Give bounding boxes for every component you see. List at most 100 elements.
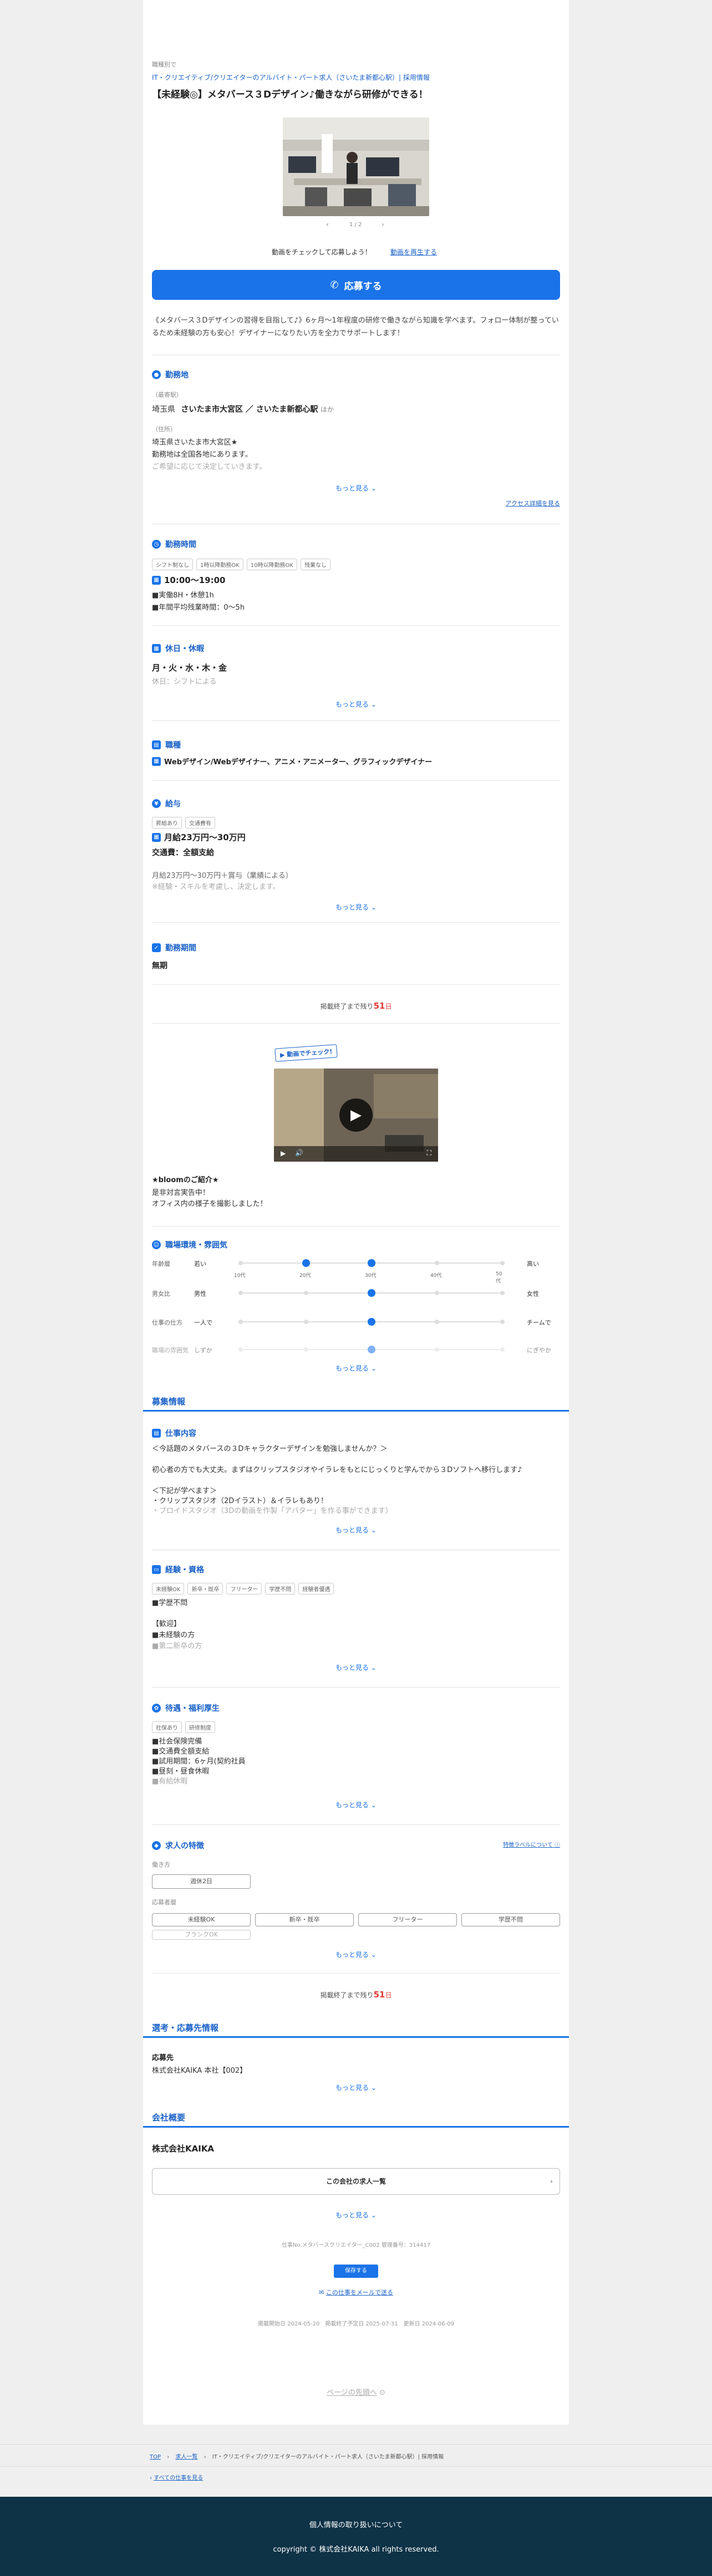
holiday-note: 休日：シフトによる (152, 678, 217, 686)
apply-button-label: 応募する (344, 280, 382, 292)
calendar-icon: ▦ (152, 757, 161, 766)
salary-amount: ▦ 月給23万円〜30万円 (152, 831, 246, 843)
location-more-link[interactable]: もっと見る ⌄ (152, 483, 560, 493)
apply-band-title: 選考・応募先情報 (152, 2023, 219, 2033)
salary-heading: ¥ 給与 (152, 798, 181, 809)
exp-tags: 未経験OK 新卒・既卒 フリーター 学歴不問 経験者優遇 (152, 1583, 337, 1594)
env-slider (238, 1346, 505, 1353)
volume-icon[interactable]: 🔊 (295, 1149, 303, 1157)
env-row-label: 年齢層 (152, 1260, 170, 1267)
station-name: さいたま市大宮区 ／ さいたま新都心駅 (181, 405, 318, 414)
holiday-more-link[interactable]: もっと見る ⌄ (152, 699, 560, 709)
access-detail-link[interactable]: アクセス詳細を見る (506, 499, 560, 508)
play-icon[interactable]: ▶ (339, 1098, 373, 1132)
feature-tag: ブランクOK (152, 1930, 251, 1940)
video-icon: ▶ (279, 1051, 286, 1059)
main-card: 職種別で IT・クリエイティブ/クリエイターのアルバイト・パート求人（さいたま新… (143, 0, 569, 2425)
exp-line-1: ■学歴不問 (152, 1599, 188, 1607)
env-more-link[interactable]: もっと見る ⌄ (152, 1363, 560, 1373)
deadline-text: 掲載終了まで残り (320, 1003, 374, 1010)
apply-more-link[interactable]: もっと見る ⌄ (152, 2083, 560, 2092)
deadline-unit: 日 (385, 1003, 392, 1010)
address-line-2: 勤務地は全国各地にあります。 (152, 451, 252, 459)
intro-text: 《メタバース３Dデザインの習得を目指して♪》6ヶ月〜1年程度の研修で働きながら知… (152, 316, 559, 338)
breadcrumb-list[interactable]: 求人一覧 (175, 2454, 197, 2460)
env-slider (238, 1318, 505, 1326)
calendar-check-icon: ✓ (152, 943, 161, 952)
salary-tags: 昇給あり 交通費有 (152, 817, 218, 829)
env-row-gender: 男女比 男性 女性 (152, 1285, 560, 1301)
job-category-link[interactable]: IT・クリエイティブ/クリエイターのアルバイト・パート求人（さいたま新都心駅）|… (152, 73, 560, 82)
fullscreen-icon[interactable]: ⛶ (427, 1149, 431, 1157)
band-divider (143, 2036, 569, 2038)
feature-tag: 学歴不問 (461, 1913, 560, 1926)
back-to-top-link[interactable]: ページの先頭へ ⊙ (152, 2386, 560, 2397)
player-play-icon[interactable]: ▶ (281, 1149, 286, 1157)
period-value: 無期 (152, 962, 167, 970)
breadcrumb-current: IT・クリエイティブ/クリエイターのアルバイト・パート求人（さいたま新都心駅）|… (212, 2454, 444, 2460)
salary-amount-value: 月給23万円〜30万円 (164, 832, 246, 842)
tag: 1時以降勤務OK (196, 559, 243, 570)
welfare-line-5: ■有給休暇 (152, 1777, 188, 1786)
company-band-title: 会社概要 (152, 2113, 186, 2123)
apply-button[interactable]: ✆ 応募する (152, 270, 560, 300)
photo-next-icon[interactable]: › (382, 221, 384, 228)
page-title: 【未経験◎】メタバース３Dデザイン♪働きながら研修ができる！ (152, 89, 428, 100)
job-value: ▦ Webデザイン/Webデザイナー、アニメ・アニメーター、グラフィックデザイナ… (152, 756, 432, 766)
photo-prev-icon[interactable]: ‹ (326, 221, 329, 228)
deadline-days: 51 (373, 1001, 385, 1011)
period-heading-label: 勤務期間 (165, 944, 196, 953)
breadcrumb-top[interactable]: TOP (150, 2454, 161, 2460)
help-icon: ⓘ (555, 1842, 560, 1848)
welfare-more-link[interactable]: もっと見る ⌄ (152, 1800, 560, 1810)
env-slider (238, 1289, 505, 1297)
env-row-style: 仕事の仕方 一人で チームで (152, 1313, 560, 1330)
hours-tags: シフト制なし 1時以降勤務OK 10時以降勤務OK 残業なし (152, 559, 334, 570)
yen-icon: ¥ (152, 799, 161, 808)
holiday-days: 月・火・水・木・金 (152, 663, 227, 673)
content-heading-label: 仕事内容 (165, 1429, 196, 1438)
ribbon-icon: ✿ (152, 1704, 161, 1713)
site-footer: 個人情報の取り扱いについて copyright © 株式会社KAIKA all … (0, 2497, 712, 2576)
photo-counter: 1 / 2 (349, 222, 362, 228)
privacy-link[interactable]: 個人情報の取り扱いについて (0, 2519, 712, 2529)
document-icon: ▤ (152, 1429, 161, 1438)
play-video-link[interactable]: 動画を再生する (390, 247, 437, 257)
calendar-icon: ▦ (152, 832, 161, 842)
feature-label-link[interactable]: 特徴ラベルについて ⓘ (503, 1840, 560, 1848)
salary-more-link[interactable]: もっと見る ⌄ (152, 902, 560, 912)
feature-sub-2: 応募者層 (152, 1899, 176, 1906)
content-line-2: 初心者の方でも大丈夫。まずはクリップスタジオやイラレをもとにじっくりと学んでから… (152, 1466, 522, 1474)
env-row-left: 若い (194, 1260, 206, 1267)
env-row-right: チームで (527, 1319, 551, 1326)
save-button[interactable]: 保存する (334, 2265, 378, 2278)
env-row-mood: 職場の雰囲気 しずか にぎやか (152, 1341, 560, 1358)
apply-to-heading: 応募先 (152, 2054, 174, 2062)
holiday-heading-label: 休日・休暇 (165, 645, 204, 653)
work-time: ▦ 10:00〜19:00 (152, 574, 226, 586)
exp-more-link[interactable]: もっと見る ⌄ (152, 1663, 560, 1672)
location-heading-label: 勤務地 (165, 371, 189, 380)
map-pin-icon: ● (152, 370, 161, 379)
env-row-right: にぎやか (527, 1347, 551, 1354)
job-photo (283, 117, 429, 216)
welfare-heading-label: 待遇・福利厚生 (165, 1704, 220, 1713)
tag: フリーター (226, 1583, 262, 1594)
video-player[interactable]: ▶ ▶ 🔊 ⛶ (274, 1069, 438, 1162)
content-more-link[interactable]: もっと見る ⌄ (152, 1525, 560, 1535)
deadline-text: 掲載終了まで残り (320, 1991, 374, 1999)
address-label: （住所） (152, 426, 176, 433)
back-all-jobs-link[interactable]: ‹ すべての仕事を見る (150, 2473, 203, 2481)
deadline-days: 51 (373, 1990, 385, 2000)
company-jobs-button[interactable]: この会社の求人一覧 › (152, 2168, 560, 2195)
welfare-tags: 社保あり 研修制度 (152, 1721, 218, 1733)
company-more-link[interactable]: もっと見る ⌄ (152, 2210, 560, 2220)
feature-tag: 未経験OK (152, 1913, 251, 1926)
feature-more-link[interactable]: もっと見る ⌄ (152, 1950, 560, 1959)
deadline-unit: 日 (385, 1991, 392, 1999)
salary-heading-label: 給与 (165, 800, 181, 809)
tag: 残業なし (300, 559, 330, 570)
mail-link[interactable]: ✉ この仕事をメールで送る (152, 2288, 560, 2297)
env-row-label: 職場の雰囲気 (152, 1347, 189, 1354)
smile-icon: ☺ (152, 1240, 161, 1249)
